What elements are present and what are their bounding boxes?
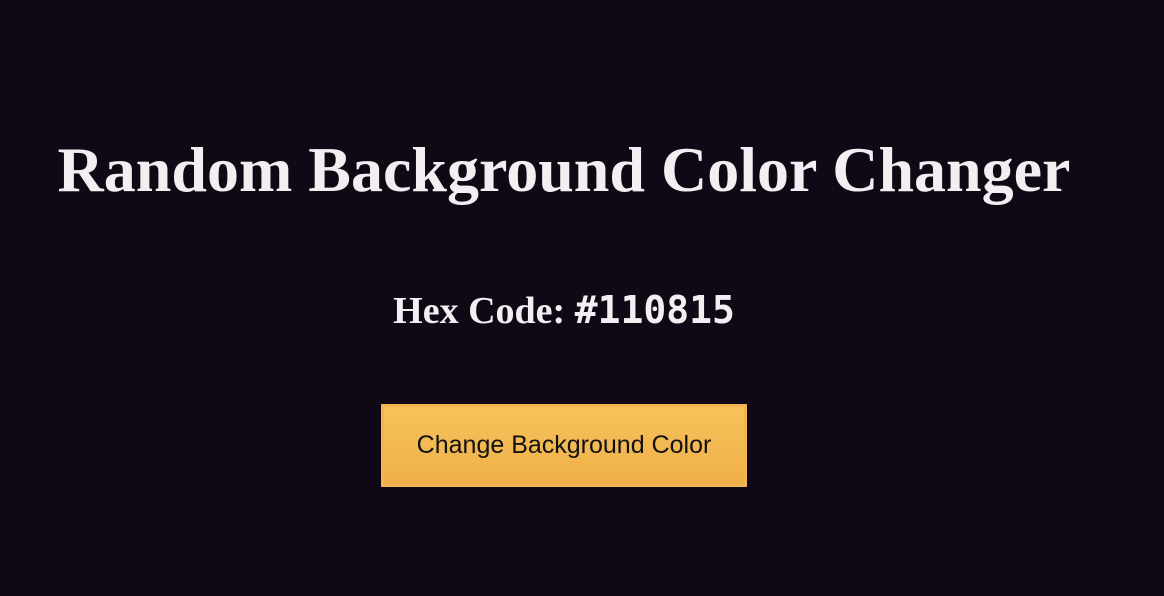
- hex-code-value: #110815: [574, 288, 735, 332]
- page-title: Random Background Color Changer: [57, 134, 1071, 205]
- change-background-button[interactable]: Change Background Color: [381, 404, 747, 487]
- hex-code-label: Hex Code:: [393, 290, 566, 332]
- hex-code-display: Hex Code: #110815: [0, 286, 1128, 335]
